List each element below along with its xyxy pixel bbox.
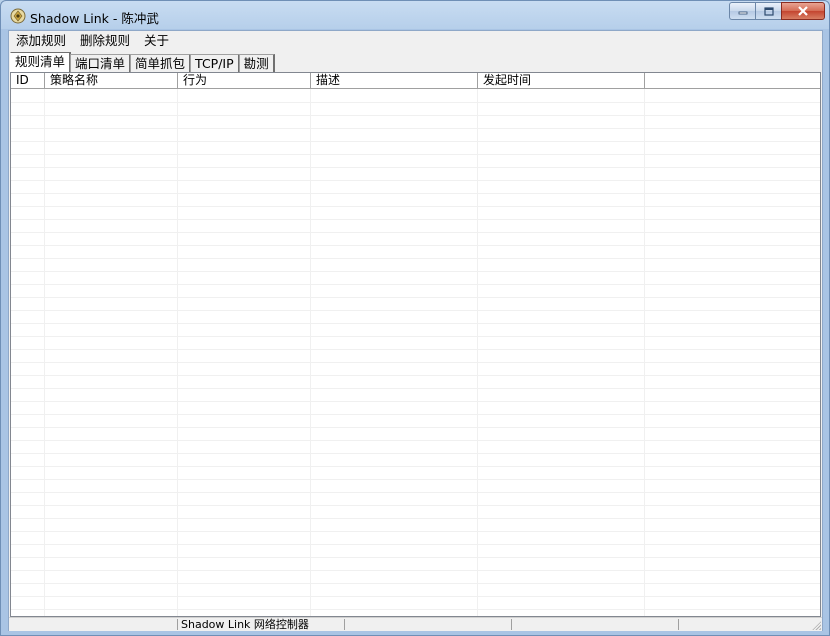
- table-body: [11, 89, 820, 616]
- window-controls: [729, 2, 825, 22]
- maximize-button[interactable]: [755, 2, 781, 20]
- empty-row: [11, 284, 820, 298]
- empty-row: [11, 154, 820, 168]
- window-title: Shadow Link - 陈冲武: [30, 11, 159, 26]
- maximize-icon: [763, 6, 774, 16]
- empty-row: [11, 557, 820, 571]
- column-gridline: [44, 89, 45, 616]
- empty-row: [11, 141, 820, 155]
- empty-row: [11, 180, 820, 194]
- resize-grip-icon[interactable]: [811, 620, 821, 630]
- column-header-description[interactable]: 描述: [311, 73, 478, 88]
- empty-row: [11, 310, 820, 324]
- empty-row: [11, 583, 820, 597]
- client-area: 添加规则 删除规则 关于 规则清单 端口清单 简单抓包 TCP/IP 勘测 ID…: [8, 30, 823, 631]
- tab-tcpip[interactable]: TCP/IP: [190, 54, 240, 72]
- empty-row: [11, 232, 820, 246]
- empty-row: [11, 167, 820, 181]
- main-window: Shadow Link - 陈冲武 添加规则 删除规则 关于 规则清单 端口清单…: [0, 0, 830, 636]
- empty-row: [11, 414, 820, 428]
- empty-row: [11, 440, 820, 454]
- column-gridline: [177, 89, 178, 616]
- empty-row: [11, 596, 820, 610]
- empty-row: [11, 401, 820, 415]
- rule-list-table[interactable]: ID 策略名称 行为 描述 发起时间: [10, 72, 821, 617]
- empty-row: [11, 271, 820, 285]
- status-pane: [679, 619, 809, 630]
- empty-row: [11, 453, 820, 467]
- empty-row: [11, 349, 820, 363]
- status-pane-title: Shadow Link 网络控制器: [178, 619, 345, 630]
- empty-row: [11, 245, 820, 259]
- app-icon: [10, 8, 26, 24]
- empty-row: [11, 518, 820, 532]
- empty-row: [11, 570, 820, 584]
- menu-bar: 添加规则 删除规则 关于: [9, 31, 822, 50]
- close-icon: [798, 6, 808, 16]
- empty-row: [11, 505, 820, 519]
- column-header-id[interactable]: ID: [11, 73, 45, 88]
- empty-row: [11, 219, 820, 233]
- empty-row: [11, 544, 820, 558]
- column-gridline: [310, 89, 311, 616]
- empty-row: [11, 128, 820, 142]
- empty-row: [11, 375, 820, 389]
- empty-row: [11, 297, 820, 311]
- column-gridline: [477, 89, 478, 616]
- tab-rule-list[interactable]: 规则清单: [10, 52, 72, 72]
- empty-row: [11, 531, 820, 545]
- status-pane: [512, 619, 679, 630]
- empty-row: [11, 492, 820, 506]
- status-pane: [9, 619, 178, 630]
- empty-row: [11, 362, 820, 376]
- status-pane: [345, 619, 512, 630]
- table-header: ID 策略名称 行为 描述 发起时间: [11, 73, 820, 89]
- empty-row: [11, 427, 820, 441]
- column-header-action[interactable]: 行为: [178, 73, 311, 88]
- tab-survey[interactable]: 勘测: [238, 54, 275, 72]
- column-header-policy-name[interactable]: 策略名称: [45, 73, 178, 88]
- empty-row: [11, 193, 820, 207]
- tab-packet-capture[interactable]: 简单抓包: [130, 54, 192, 72]
- column-header-start-time[interactable]: 发起时间: [478, 73, 645, 88]
- close-button[interactable]: [781, 2, 825, 20]
- empty-row: [11, 388, 820, 402]
- empty-row: [11, 323, 820, 337]
- empty-row: [11, 336, 820, 350]
- empty-row: [11, 258, 820, 272]
- empty-row: [11, 206, 820, 220]
- title-bar[interactable]: Shadow Link - 陈冲武: [1, 1, 829, 31]
- menu-about[interactable]: 关于: [137, 31, 176, 50]
- empty-row: [11, 89, 820, 103]
- tab-strip: 规则清单 端口清单 简单抓包 TCP/IP 勘测: [10, 52, 275, 72]
- menu-delete-rule[interactable]: 删除规则: [73, 31, 137, 50]
- empty-row: [11, 115, 820, 129]
- column-gridline: [644, 89, 645, 616]
- empty-row: [11, 479, 820, 493]
- empty-row: [11, 466, 820, 480]
- tab-port-list[interactable]: 端口清单: [70, 54, 132, 72]
- menu-add-rule[interactable]: 添加规则: [9, 31, 73, 50]
- empty-row: [11, 102, 820, 116]
- column-header-filler: [645, 73, 820, 88]
- minimize-button[interactable]: [729, 2, 755, 20]
- minimize-icon: [738, 11, 747, 15]
- status-bar: Shadow Link 网络控制器: [9, 617, 822, 631]
